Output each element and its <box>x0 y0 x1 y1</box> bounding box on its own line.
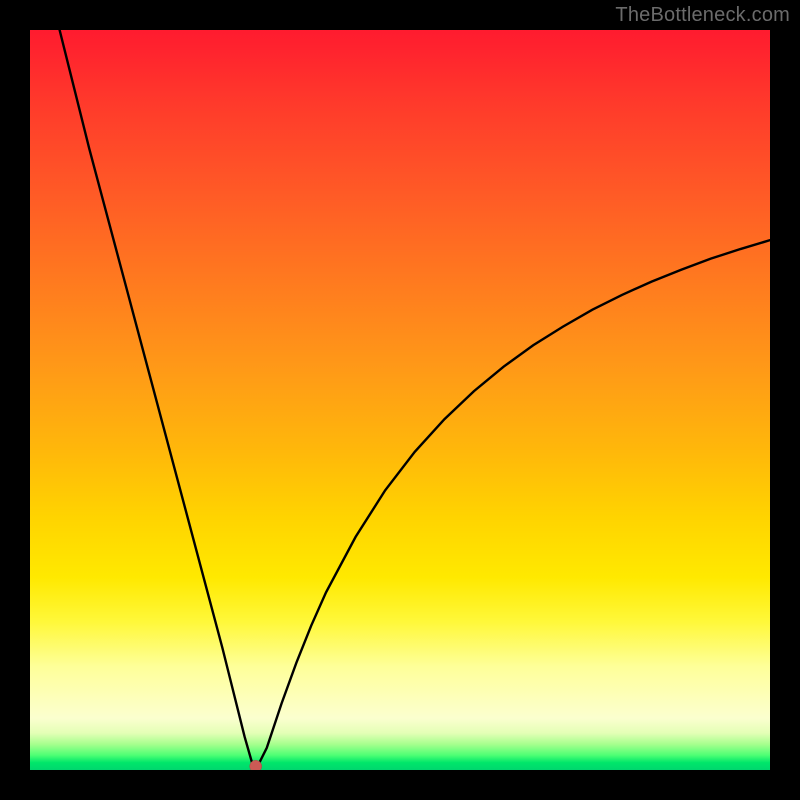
min-dot <box>250 760 262 770</box>
bottleneck-curve-svg <box>30 30 770 770</box>
watermark-text: TheBottleneck.com <box>615 4 790 27</box>
plot-area <box>30 30 770 770</box>
bottleneck-curve <box>60 30 770 763</box>
chart-stage: TheBottleneck.com <box>0 0 800 800</box>
